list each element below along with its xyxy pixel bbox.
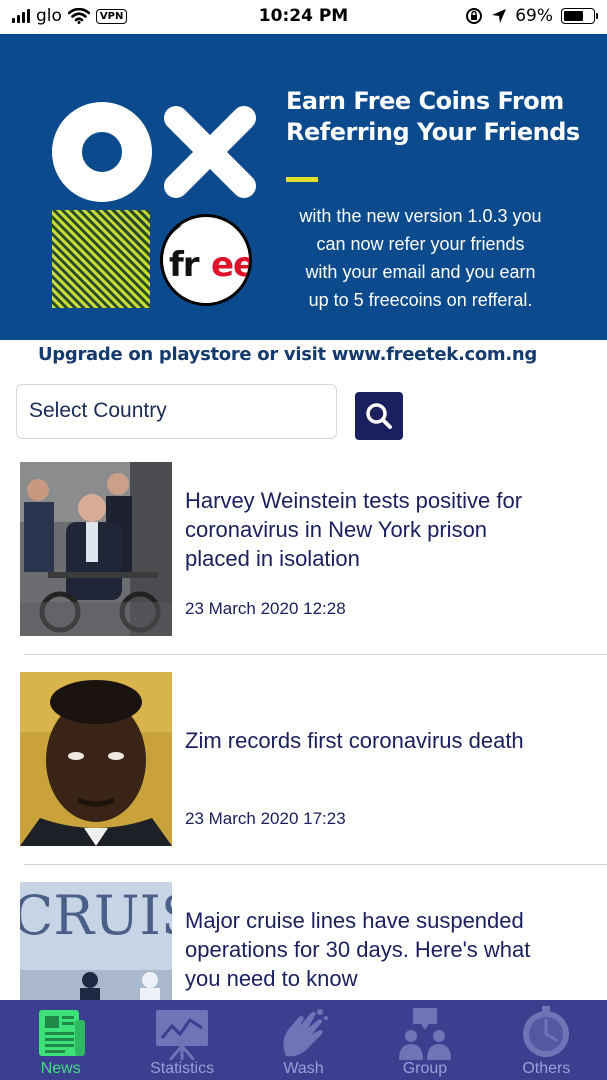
tab-others[interactable]: Others bbox=[486, 1000, 607, 1080]
promo-banner[interactable]: fr ee Earn Free Coins From Referring You… bbox=[0, 34, 607, 340]
upgrade-link[interactable]: Upgrade on playstore or visit www.freete… bbox=[0, 344, 575, 365]
tab-label: Group bbox=[402, 1060, 448, 1077]
banner-body-line: up to 5 freecoins on refferal. bbox=[308, 290, 533, 310]
status-right: 69% bbox=[465, 6, 598, 26]
tab-label: Wash bbox=[283, 1060, 324, 1077]
logo-text-fr: fr bbox=[169, 245, 200, 285]
news-title-line: Major cruise lines have suspended bbox=[185, 908, 524, 933]
news-date: 23 March 2020 12:28 bbox=[185, 599, 346, 618]
battery-fill bbox=[564, 11, 584, 21]
news-thumbnail bbox=[20, 462, 172, 636]
news-title: Harvey Weinstein tests positive for coro… bbox=[185, 486, 585, 573]
free-logo: fr ee bbox=[160, 214, 252, 306]
bottom-tab-bar: News Statistics Wash Group Others bbox=[0, 1000, 607, 1080]
banner-body-line: can now refer your friends bbox=[316, 234, 525, 254]
news-item[interactable]: Harvey Weinstein tests positive for coro… bbox=[0, 462, 607, 638]
tab-label: Others bbox=[522, 1060, 571, 1077]
country-select[interactable]: Select Country bbox=[16, 384, 337, 439]
news-divider bbox=[24, 864, 607, 865]
rotation-lock-icon bbox=[466, 8, 483, 24]
thumb-text: CRUISE bbox=[20, 884, 172, 947]
battery-percent: 69% bbox=[515, 6, 553, 26]
logo-striped-square bbox=[52, 210, 150, 308]
search-icon bbox=[366, 403, 392, 429]
banner-title-line: Referring Your Friends bbox=[286, 118, 580, 146]
banner-title: Earn Free Coins From Referring Your Frie… bbox=[286, 86, 586, 148]
status-bar: glo VPN 10:24 PM 69% bbox=[0, 0, 607, 34]
tab-news[interactable]: News bbox=[0, 1000, 121, 1080]
location-icon bbox=[492, 9, 507, 23]
tab-label: Statistics bbox=[150, 1060, 215, 1077]
logo-o-shape bbox=[52, 102, 152, 202]
news-title-line: Harvey Weinstein tests positive for bbox=[185, 488, 523, 513]
newspaper-icon bbox=[38, 1010, 85, 1056]
tab-wash[interactable]: Wash bbox=[243, 1000, 364, 1080]
banner-body-line: with your email and you earn bbox=[305, 262, 536, 282]
tab-statistics[interactable]: Statistics bbox=[121, 1000, 242, 1080]
news-divider bbox=[24, 654, 607, 655]
banner-title-line: Earn Free Coins From bbox=[286, 87, 564, 115]
news-title: Major cruise lines have suspended operat… bbox=[185, 906, 585, 993]
tab-group[interactable]: Group bbox=[364, 1000, 485, 1080]
news-title-line: you need to know bbox=[185, 966, 358, 991]
stopwatch-icon bbox=[523, 1006, 570, 1057]
search-button[interactable] bbox=[355, 392, 403, 440]
news-title-line: Zim records first coronavirus death bbox=[185, 728, 524, 753]
logo-text-ee: ee bbox=[211, 245, 252, 285]
news-title: Zim records first coronavirus death bbox=[185, 726, 585, 755]
logo-x-shape bbox=[164, 106, 256, 198]
news-title-line: placed in isolation bbox=[185, 546, 360, 571]
group-icon bbox=[398, 1008, 451, 1060]
news-item[interactable]: Zim records first coronavirus death 23 M… bbox=[0, 672, 607, 848]
tab-label: News bbox=[40, 1060, 81, 1077]
hand-wash-icon bbox=[282, 1009, 328, 1057]
news-thumbnail bbox=[20, 672, 172, 846]
chart-board-icon bbox=[156, 1010, 209, 1060]
banner-body-line: with the new version 1.0.3 you bbox=[299, 206, 542, 226]
news-title-line: coronavirus in New York prison bbox=[185, 517, 488, 542]
news-date: 23 March 2020 17:23 bbox=[185, 809, 346, 828]
news-title-line: operations for 30 days. Here's what bbox=[185, 937, 531, 962]
banner-body: with the new version 1.0.3 you can now r… bbox=[278, 202, 563, 314]
banner-accent-dash bbox=[286, 177, 318, 182]
battery-icon bbox=[561, 8, 598, 24]
